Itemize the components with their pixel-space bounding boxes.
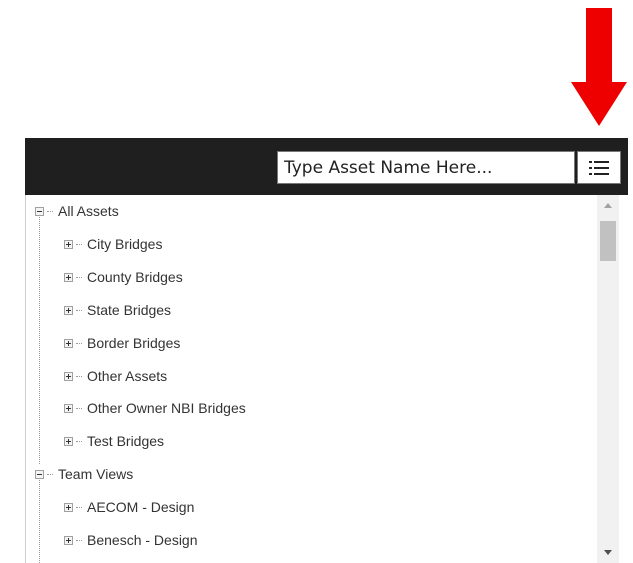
tree-dots — [76, 243, 82, 245]
tree-node-border-bridges[interactable]: Border Bridges — [64, 331, 180, 355]
collapse-icon[interactable] — [35, 469, 44, 479]
arrow-shaft — [586, 8, 612, 84]
expand-icon[interactable] — [64, 272, 73, 282]
tree-node-test-bridges[interactable]: Test Bridges — [64, 429, 164, 453]
tree-node-label: All Assets — [58, 203, 119, 219]
tree-dots — [76, 539, 82, 541]
tree-node-county-bridges[interactable]: County Bridges — [64, 265, 183, 289]
asset-tree: All Assets City Bridges County Bridges S… — [25, 195, 597, 563]
tree-node-state-bridges[interactable]: State Bridges — [64, 298, 171, 322]
expand-icon[interactable] — [64, 535, 73, 545]
expand-icon[interactable] — [64, 502, 73, 512]
tree-node-label: AECOM - Design — [87, 499, 195, 515]
tree-node-city-bridges[interactable]: City Bridges — [64, 232, 162, 256]
expand-icon[interactable] — [64, 436, 73, 446]
asset-search-input[interactable] — [277, 151, 575, 184]
tree-dots — [47, 473, 53, 475]
panel-toolbar — [25, 138, 628, 195]
tree-node-label: Test Bridges — [87, 433, 165, 449]
expand-icon[interactable] — [64, 338, 73, 348]
tree-node-label: Border Bridges — [87, 335, 181, 351]
list-view-button[interactable] — [577, 151, 621, 184]
collapse-icon[interactable] — [35, 206, 44, 216]
tree-dots — [76, 375, 82, 377]
tree-node-other-owner-nbi-bridges[interactable]: Other Owner NBI Bridges — [64, 396, 246, 420]
tree-node-label: State Bridges — [87, 302, 172, 318]
expand-icon[interactable] — [64, 239, 73, 249]
tree-node-label: Other Assets — [87, 368, 168, 384]
tree-dots — [76, 407, 82, 409]
tree-node-label: Benesch - Design — [87, 532, 198, 548]
tree-dots — [76, 276, 82, 278]
tree-node-other-assets[interactable]: Other Assets — [64, 364, 167, 388]
tree-node-all-assets[interactable]: All Assets — [35, 199, 119, 223]
tree-dots — [76, 309, 82, 311]
tree-node-label: City Bridges — [87, 236, 163, 252]
tree-scrollbar[interactable] — [597, 195, 619, 563]
tree-node-label: Team Views — [58, 466, 134, 482]
tree-dots — [76, 506, 82, 508]
tree-dots — [76, 440, 82, 442]
tree-connector-line — [39, 214, 40, 464]
red-down-arrow-annotation — [571, 8, 627, 126]
tree-node-team-views[interactable]: Team Views — [35, 462, 133, 486]
expand-icon[interactable] — [64, 305, 73, 315]
tree-node-label: County Bridges — [87, 269, 183, 285]
expand-icon[interactable] — [64, 403, 73, 413]
list-icon — [589, 160, 609, 175]
tree-node-label: Other Owner NBI Bridges — [87, 400, 246, 416]
asset-panel: All Assets City Bridges County Bridges S… — [25, 138, 628, 563]
tree-connector-line — [39, 477, 40, 563]
tree-node-benesch-design[interactable]: Benesch - Design — [64, 528, 198, 552]
tree-dots — [76, 342, 82, 344]
scroll-down-arrow-icon[interactable] — [604, 550, 612, 555]
arrow-head — [571, 82, 627, 126]
tree-dots — [47, 210, 53, 212]
tree-node-aecom-design[interactable]: AECOM - Design — [64, 495, 194, 519]
scroll-up-arrow-icon[interactable] — [604, 203, 612, 208]
scroll-thumb[interactable] — [600, 221, 616, 261]
expand-icon[interactable] — [64, 371, 73, 381]
